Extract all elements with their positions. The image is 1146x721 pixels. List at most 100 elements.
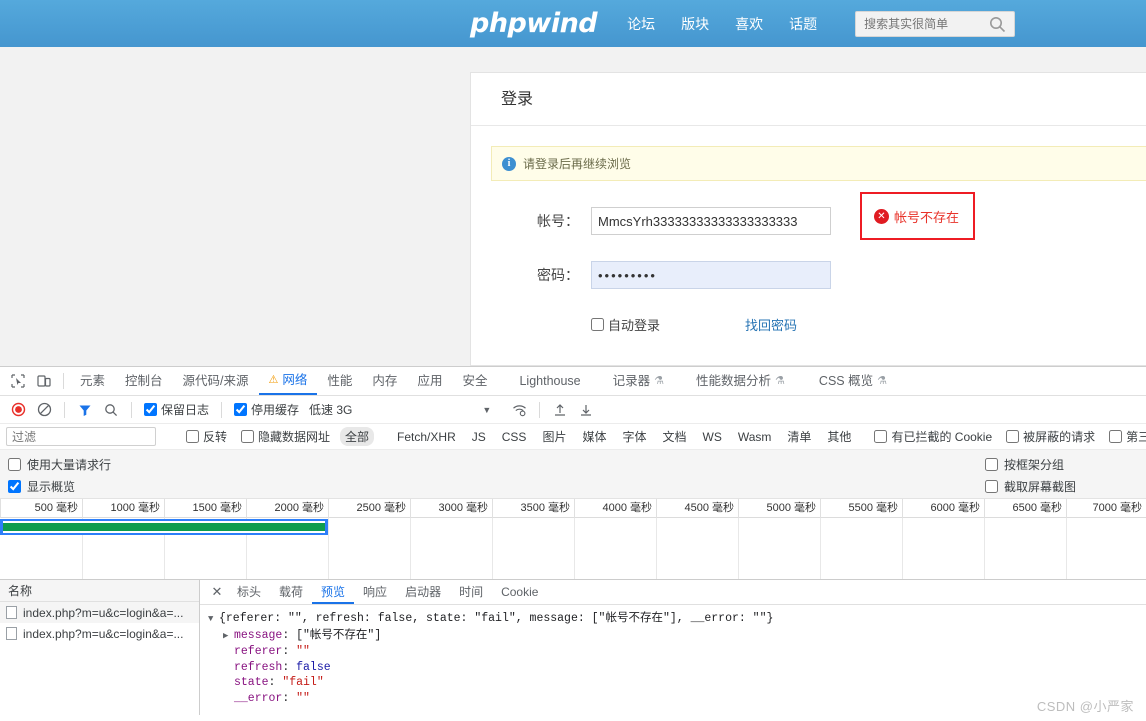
filter-type-css[interactable]: CSS bbox=[497, 429, 532, 445]
group-by-frame-checkbox[interactable]: 按框架分组 bbox=[984, 453, 1076, 475]
filter-type-ws[interactable]: WS bbox=[698, 429, 727, 445]
detail-tab-response[interactable]: 响应 bbox=[354, 580, 396, 604]
overview-resize-handle-left[interactable] bbox=[0, 519, 3, 535]
filter-type-other[interactable]: 其他 bbox=[822, 427, 856, 446]
disable-cache-input[interactable] bbox=[234, 403, 248, 416]
site-header: phpwind 论坛 版块 喜欢 话题 bbox=[0, 0, 1146, 47]
blocked-requests-input[interactable] bbox=[1006, 430, 1020, 443]
site-nav: 论坛 版块 喜欢 话题 bbox=[627, 14, 817, 34]
devtools-tab-css-overview[interactable]: CSS 概览 ⚗ bbox=[809, 367, 897, 395]
detail-tab-initiator[interactable]: 启动器 bbox=[396, 580, 450, 604]
invert-input[interactable] bbox=[186, 430, 199, 443]
filter-type-fetch-xhr[interactable]: Fetch/XHR bbox=[392, 429, 461, 445]
devtools-tab-performance-insights[interactable]: 性能数据分析 ⚗ bbox=[686, 367, 795, 395]
capture-screenshots-checkbox[interactable]: 截取屏幕截图 bbox=[984, 475, 1076, 497]
nav-item-board[interactable]: 版块 bbox=[681, 14, 709, 34]
third-party-requests-input[interactable] bbox=[1109, 430, 1123, 443]
devtools-tab-sources[interactable]: 源代码/来源 bbox=[173, 367, 259, 395]
blocked-cookies-checkbox[interactable]: 有已拦截的 Cookie bbox=[874, 428, 992, 445]
json-value: ["帐号不存在"] bbox=[296, 628, 382, 642]
filter-type-img[interactable]: 图片 bbox=[537, 427, 571, 446]
detail-tab-payload[interactable]: 载荷 bbox=[270, 580, 312, 604]
site-search[interactable] bbox=[855, 10, 1016, 37]
record-icon[interactable] bbox=[6, 398, 30, 422]
close-icon[interactable]: ✕ bbox=[206, 581, 228, 603]
devtools-tab-lighthouse[interactable]: Lighthouse bbox=[509, 367, 590, 395]
detail-tab-timing[interactable]: 时间 bbox=[450, 580, 492, 604]
detail-tab-headers[interactable]: 标头 bbox=[228, 580, 270, 604]
device-toolbar-icon[interactable] bbox=[31, 368, 57, 394]
filter-input[interactable] bbox=[6, 427, 156, 446]
devtools-tab-memory[interactable]: 内存 bbox=[362, 367, 407, 395]
request-detail-tabs: ✕ 标头 载荷 预览 响应 启动器 时间 Cookie bbox=[200, 580, 1146, 605]
inspect-element-icon[interactable] bbox=[5, 368, 31, 394]
auto-login-input[interactable] bbox=[591, 318, 604, 331]
show-overview-input[interactable] bbox=[8, 479, 21, 493]
auto-login-checkbox[interactable]: 自动登录 bbox=[591, 315, 660, 334]
network-overview[interactable]: 500 毫秒 1000 毫秒 1500 毫秒 2000 毫秒 2500 毫秒 3… bbox=[0, 499, 1146, 580]
import-har-icon[interactable] bbox=[548, 398, 572, 422]
table-row[interactable]: index.php?m=u&c=login&a=... bbox=[0, 602, 199, 623]
network-conditions-icon[interactable] bbox=[507, 398, 531, 422]
hide-data-urls-checkbox[interactable]: 隐藏数据网址 bbox=[241, 428, 330, 445]
request-list-header[interactable]: 名称 bbox=[0, 580, 199, 602]
chevron-right-icon[interactable]: ▶ bbox=[223, 629, 234, 645]
detail-tab-cookies[interactable]: Cookie bbox=[492, 580, 547, 604]
devtools-tab-recorder[interactable]: 记录器 ⚗ bbox=[603, 367, 674, 395]
clear-icon[interactable] bbox=[32, 398, 56, 422]
devtools-tab-elements[interactable]: 元素 bbox=[70, 367, 115, 395]
site-logo[interactable]: phpwind bbox=[470, 8, 598, 39]
overview-tick: 5500 毫秒 bbox=[820, 499, 902, 518]
search-icon[interactable] bbox=[99, 398, 123, 422]
nav-item-forum[interactable]: 论坛 bbox=[627, 14, 655, 34]
capture-screenshots-input[interactable] bbox=[984, 479, 998, 493]
find-password-link[interactable]: 找回密码 bbox=[745, 315, 797, 334]
search-icon[interactable] bbox=[989, 16, 1006, 36]
json-row[interactable]: ▶ message: ["帐号不存在"] bbox=[208, 628, 1146, 645]
hide-data-urls-input[interactable] bbox=[241, 430, 255, 443]
big-request-rows-checkbox[interactable]: 使用大量请求行 bbox=[8, 453, 1138, 475]
detail-tab-preview[interactable]: 预览 bbox=[312, 580, 355, 604]
nav-item-like[interactable]: 喜欢 bbox=[735, 14, 763, 34]
overview-selection-window[interactable] bbox=[0, 519, 328, 535]
account-input[interactable] bbox=[591, 207, 831, 235]
devtools-tab-security[interactable]: 安全 bbox=[452, 367, 497, 395]
devtools-tab-network[interactable]: ⚠ 网络 bbox=[258, 367, 318, 395]
export-har-icon[interactable] bbox=[574, 398, 598, 422]
group-by-frame-input[interactable] bbox=[984, 457, 998, 471]
search-input[interactable] bbox=[856, 15, 981, 32]
warning-icon: ⚠ bbox=[268, 374, 279, 386]
account-row: 帐号： bbox=[471, 207, 1146, 235]
blocked-cookies-input[interactable] bbox=[874, 430, 888, 443]
nav-item-topic[interactable]: 话题 bbox=[789, 14, 817, 34]
disable-cache-checkbox[interactable]: 停用缓存 bbox=[234, 401, 299, 418]
filter-type-wasm[interactable]: Wasm bbox=[733, 429, 777, 445]
overview-resize-handle-right[interactable] bbox=[325, 519, 328, 535]
preserve-log-checkbox[interactable]: 保留日志 bbox=[144, 401, 209, 418]
big-request-rows-input[interactable] bbox=[8, 457, 21, 471]
json-root-row[interactable]: ▼ {referer: "", refresh: false, state: "f… bbox=[208, 611, 1146, 628]
invert-checkbox[interactable]: 反转 bbox=[186, 428, 227, 445]
filter-type-all[interactable]: 全部 bbox=[340, 427, 375, 446]
filter-type-font[interactable]: 字体 bbox=[617, 427, 651, 446]
beaker-icon: ⚗ bbox=[775, 375, 785, 387]
throttle-select[interactable]: 低速 3G bbox=[309, 401, 352, 418]
auto-login-label: 自动登录 bbox=[608, 318, 661, 333]
devtools-tab-performance[interactable]: 性能 bbox=[317, 367, 362, 395]
blocked-requests-checkbox[interactable]: 被屏蔽的请求 bbox=[1006, 428, 1095, 445]
preserve-log-input[interactable] bbox=[144, 403, 157, 416]
devtools-tab-application[interactable]: 应用 bbox=[407, 367, 452, 395]
json-root-summary: {referer: "", refresh: false, state: "fa… bbox=[219, 612, 774, 625]
third-party-requests-checkbox[interactable]: 第三方请求 bbox=[1109, 428, 1146, 445]
filter-type-manifest[interactable]: 清单 bbox=[782, 427, 816, 446]
table-row[interactable]: index.php?m=u&c=login&a=... bbox=[0, 623, 199, 644]
filter-type-doc[interactable]: 文档 bbox=[657, 427, 691, 446]
filter-type-media[interactable]: 媒体 bbox=[577, 427, 611, 446]
devtools-tab-console[interactable]: 控制台 bbox=[115, 367, 173, 395]
chevron-down-icon[interactable]: ▼ bbox=[208, 612, 219, 628]
filter-type-js[interactable]: JS bbox=[467, 429, 491, 445]
password-input[interactable] bbox=[591, 261, 831, 289]
show-overview-checkbox[interactable]: 显示概览 bbox=[8, 475, 1138, 497]
filter-icon[interactable] bbox=[73, 398, 97, 422]
chevron-down-icon[interactable]: ▼ bbox=[482, 405, 491, 415]
